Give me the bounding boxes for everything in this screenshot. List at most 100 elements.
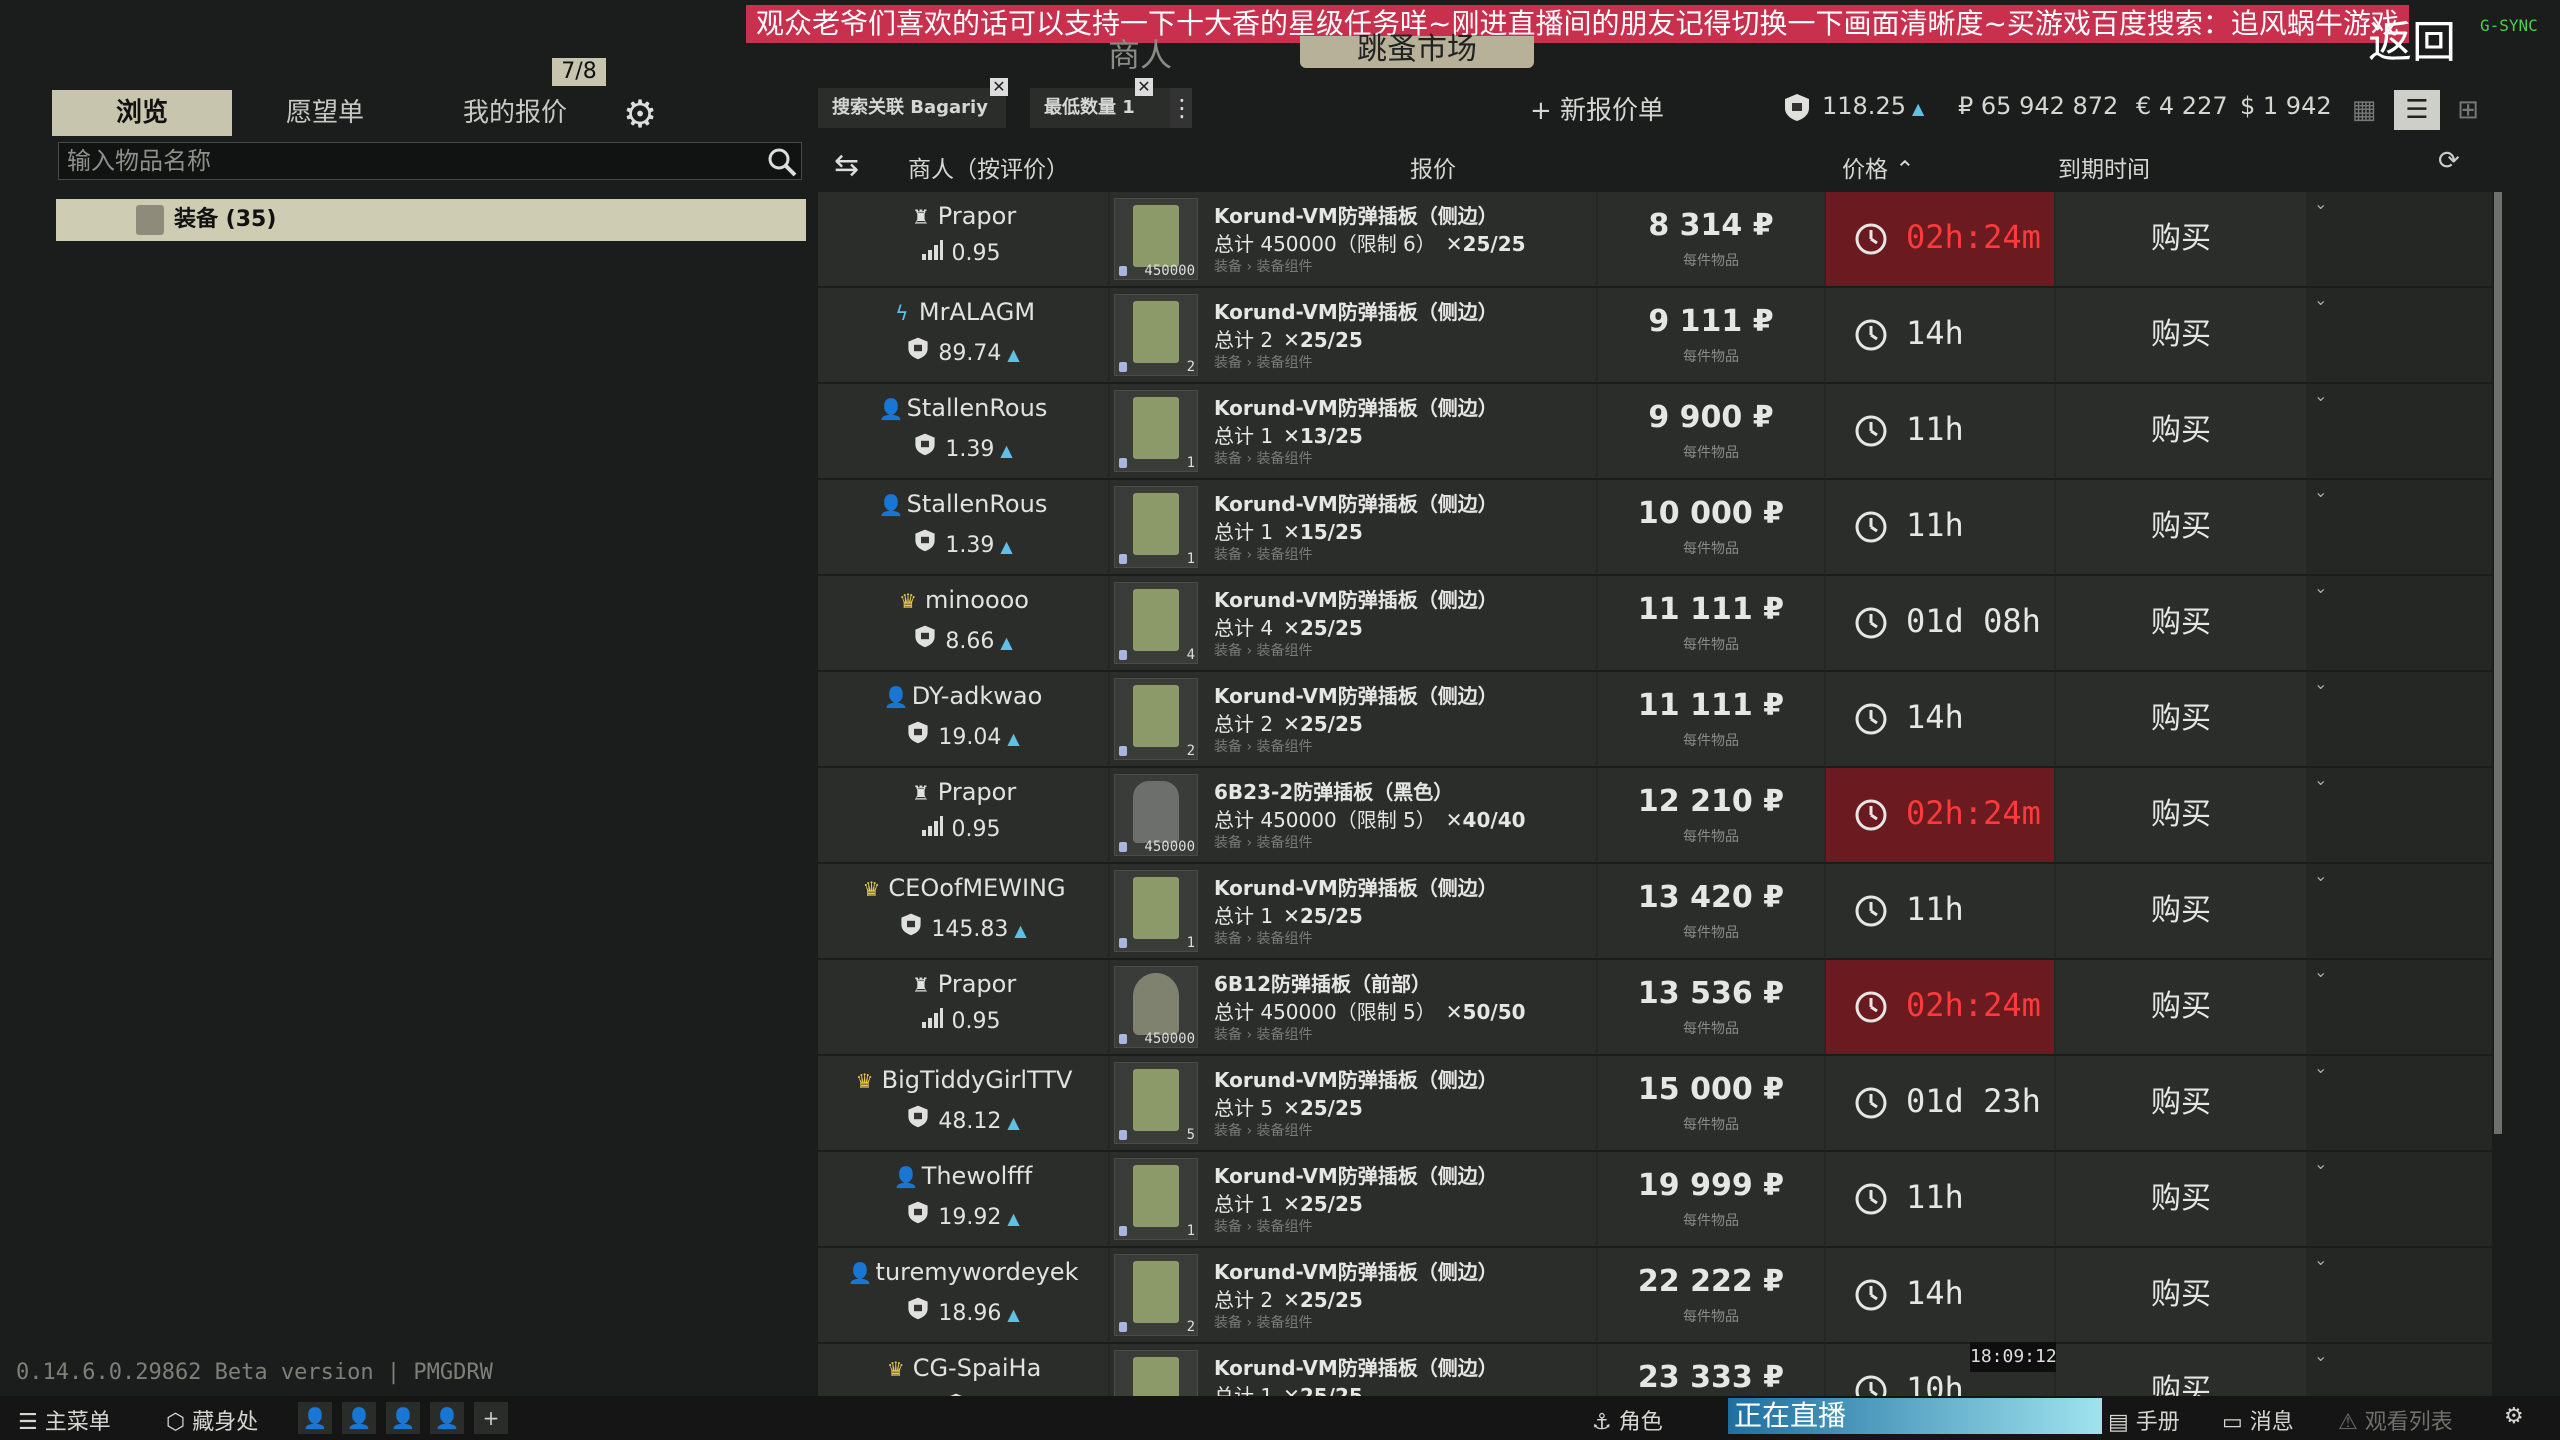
chevron-down-icon[interactable]: ⌄ <box>2314 1346 2327 1365</box>
party-slot-icon[interactable]: 👤 <box>342 1402 376 1434</box>
search-icon[interactable] <box>766 146 798 178</box>
seller-cell[interactable]: ♛ CG-SpaiHa <box>818 1344 1108 1402</box>
buy-button[interactable]: 购买 <box>2056 864 2306 958</box>
chevron-down-icon[interactable]: ⌄ <box>2314 1058 2327 1077</box>
refresh-icon[interactable]: ⟳ <box>2438 146 2460 176</box>
item-thumbnail[interactable]: 1 <box>1114 870 1198 952</box>
more-options-button[interactable]: ⋮ <box>1170 88 1194 128</box>
seller-cell[interactable]: ϟ MrALAGM 89.74 ▲ <box>818 288 1108 382</box>
tab-flea-market[interactable]: 跳蚤市场 <box>1300 35 1534 68</box>
seller-cell[interactable]: ♜ Prapor 0.95 <box>818 192 1108 286</box>
offer-cell[interactable]: 1Korund-VM防弹插板（侧边）总计 1✕25/25装备 › 装备组件 <box>1110 1344 1596 1402</box>
handbook-button[interactable]: ▤ 手册 <box>2108 1404 2180 1436</box>
column-header-price[interactable]: 价格 ⌃ <box>1842 150 1915 184</box>
chevron-down-icon[interactable]: ⌄ <box>2314 1250 2327 1269</box>
buy-button[interactable]: 购买 <box>2056 1152 2306 1246</box>
tab-my-offers[interactable]: 我的报价 <box>440 90 590 136</box>
close-icon[interactable]: ✕ <box>990 78 1008 96</box>
table-row[interactable]: ♛ BigTiddyGirlTTV 48.12 ▲ 5 Korund-VM防弹插板（侧边）… <box>818 1056 2492 1150</box>
item-thumbnail[interactable]: 2 <box>1114 1254 1198 1336</box>
offer-cell[interactable]: 450000 Korund-VM防弹插板（侧边） 总计 450000（限制 6） ✕2… <box>1110 192 1596 286</box>
watchlist-button[interactable]: ⚠ 观看列表 <box>2338 1404 2453 1436</box>
tab-browse[interactable]: 浏览 <box>52 90 232 136</box>
scrollbar[interactable] <box>2494 192 2502 1134</box>
compact-view-icon[interactable]: ▦ <box>2344 90 2384 130</box>
column-header-merchant[interactable]: 商人（按评价） <box>908 150 1069 184</box>
seller-cell[interactable]: 👤 DY-adkwao 19.04 ▲ <box>818 672 1108 766</box>
table-row[interactable]: 👤 Thewolfff 19.92 ▲ 1 Korund-VM防弹插板（侧边） 总计 1 ✕2… <box>818 1152 2492 1246</box>
offer-cell[interactable]: 2 Korund-VM防弹插板（侧边） 总计 2 ✕25/25 装备 › 装备组件 <box>1110 672 1596 766</box>
offer-cell[interactable]: 1 Korund-VM防弹插板（侧边） 总计 1 ✕15/25 装备 › 装备组件 <box>1110 480 1596 574</box>
offer-cell[interactable]: 450000 6B23-2防弹插板（黑色） 总计 450000（限制 5） ✕40/4… <box>1110 768 1596 862</box>
item-thumbnail[interactable]: 450000 <box>1114 774 1198 856</box>
chevron-down-icon[interactable]: ⌄ <box>2314 1154 2327 1173</box>
table-row[interactable]: ♜ Prapor 0.95 450000 6B12防弹插板（前部） 总计 450000（限… <box>818 960 2492 1054</box>
item-thumbnail[interactable]: 2 <box>1114 294 1198 376</box>
chevron-down-icon[interactable]: ⌄ <box>2314 482 2327 501</box>
list-view-icon[interactable]: ☰ <box>2394 90 2440 130</box>
seller-cell[interactable]: ♜ Prapor 0.95 <box>818 768 1108 862</box>
chevron-down-icon[interactable]: ⌄ <box>2314 866 2327 885</box>
offer-cell[interactable]: 1 Korund-VM防弹插板（侧边） 总计 1 ✕13/25 装备 › 装备组件 <box>1110 384 1596 478</box>
offer-cell[interactable]: 1Korund-VM防弹插板（侧边）总计 1✕25/25装备 › 装备组件 <box>1110 864 1596 958</box>
party-slot-icon[interactable]: 👤 <box>298 1402 332 1434</box>
buy-button[interactable]: 购买 <box>2056 480 2306 574</box>
chevron-down-icon[interactable]: ⌄ <box>2314 194 2327 213</box>
buy-button[interactable]: 购买 <box>2056 576 2306 670</box>
table-row[interactable]: 👤 StallenRous 1.39 ▲ 1 Korund-VM防弹插板（侧边） 总计 1 ✕… <box>818 480 2492 574</box>
chevron-down-icon[interactable]: ⌄ <box>2314 674 2327 693</box>
buy-button[interactable]: 购买 <box>2056 1344 2306 1402</box>
item-thumbnail[interactable]: 1 <box>1114 1158 1198 1240</box>
table-row[interactable]: ♛CG-SpaiHa1Korund-VM防弹插板（侧边）总计 1✕25/25装备… <box>818 1344 2492 1402</box>
buy-button[interactable]: 购买 <box>2056 192 2306 286</box>
tab-traders[interactable]: 商人 <box>1108 30 1172 74</box>
table-row[interactable]: 👤 DY-adkwao 19.04 ▲ 2 Korund-VM防弹插板（侧边） 总计 2 ✕2… <box>818 672 2492 766</box>
offer-cell[interactable]: 2 Korund-VM防弹插板（侧边） 总计 2 ✕25/25 装备 › 装备组件 <box>1110 288 1596 382</box>
buy-button[interactable]: 购买 <box>2056 1248 2306 1342</box>
table-row[interactable]: ♜ Prapor 0.95 450000 6B23-2防弹插板（黑色） 总计 450000… <box>818 768 2492 862</box>
buy-button[interactable]: 购买 <box>2056 768 2306 862</box>
back-button[interactable]: 返回 <box>2368 6 2456 70</box>
item-thumbnail[interactable]: 2 <box>1114 678 1198 760</box>
main-menu-button[interactable]: ☰ 主菜单 <box>18 1404 111 1436</box>
party-slot-icon[interactable]: 👤 <box>430 1402 464 1434</box>
party-slot-icon[interactable]: 👤 <box>386 1402 420 1434</box>
filter-chip-linked-search[interactable]: 搜索关联 Bagariy <box>818 88 1006 128</box>
seller-cell[interactable]: ♜ Prapor 0.95 <box>818 960 1108 1054</box>
item-thumbnail[interactable]: 1 <box>1114 486 1198 568</box>
character-button[interactable]: ⚓ 角色 <box>1592 1404 1663 1436</box>
table-row[interactable]: 👤 turemywordeyek 18.96 ▲ 2 Korund-VM防弹插板（侧边） 总… <box>818 1248 2492 1342</box>
seller-cell[interactable]: 👤 Thewolfff 19.92 ▲ <box>818 1152 1108 1246</box>
offer-cell[interactable]: 2 Korund-VM防弹插板（侧边） 总计 2 ✕25/25 装备 › 装备组件 <box>1110 1248 1596 1342</box>
item-thumbnail[interactable]: 450000 <box>1114 966 1198 1048</box>
column-header-offer[interactable]: 报价 <box>1410 150 1456 184</box>
offer-cell[interactable]: 1Korund-VM防弹插板（侧边）总计 1✕25/25装备 › 装备组件 <box>1110 1152 1596 1246</box>
seller-cell[interactable]: ♛ CEOofMEWING 145.83 ▲ <box>818 864 1108 958</box>
buy-button[interactable]: 购买 <box>2056 288 2306 382</box>
chevron-down-icon[interactable]: ⌄ <box>2314 386 2327 405</box>
messages-button[interactable]: ▭ 消息 <box>2222 1404 2294 1436</box>
swap-icon[interactable]: ⇆ <box>834 148 859 183</box>
hideout-button[interactable]: ⬡ 藏身处 <box>166 1404 258 1436</box>
seller-cell[interactable]: 👤 turemywordeyek 18.96 ▲ <box>818 1248 1108 1342</box>
seller-cell[interactable]: 👤 StallenRous 1.39 ▲ <box>818 384 1108 478</box>
gear-icon[interactable]: ⚙ <box>2504 1404 2524 1429</box>
new-offer-button[interactable]: + 新报价单 <box>1530 90 1664 127</box>
table-row[interactable]: ♛ minoooo 8.66 ▲ 4 Korund-VM防弹插板（侧边） 总计 4 ✕25/2… <box>818 576 2492 670</box>
column-header-expiry[interactable]: 到期时间 <box>2058 150 2150 184</box>
gear-icon[interactable]: ⚙ <box>618 92 662 136</box>
chevron-down-icon[interactable]: ⌄ <box>2314 290 2327 309</box>
seller-cell[interactable]: ♛ minoooo 8.66 ▲ <box>818 576 1108 670</box>
item-thumbnail[interactable]: 5 <box>1114 1062 1198 1144</box>
grid-view-icon[interactable]: ⊞ <box>2448 90 2488 130</box>
tab-wishlist[interactable]: 愿望单 <box>240 90 410 136</box>
chevron-down-icon[interactable]: ⌄ <box>2314 770 2327 789</box>
table-row[interactable]: ♛ CEOofMEWING 145.83 ▲ 1 Korund-VM防弹插板（侧边） 总计 … <box>818 864 2492 958</box>
table-row[interactable]: ♜ Prapor 0.95 450000 Korund-VM防弹插板（侧边） 总计 450… <box>818 192 2492 286</box>
table-row[interactable]: ϟ MrALAGM 89.74 ▲ 2 Korund-VM防弹插板（侧边） 总计 2 ✕25/… <box>818 288 2492 382</box>
item-thumbnail[interactable]: 450000 <box>1114 198 1198 280</box>
offer-cell[interactable]: 450000 6B12防弹插板（前部） 总计 450000（限制 5） ✕50/50 装… <box>1110 960 1596 1054</box>
add-party-icon[interactable]: + <box>474 1402 508 1434</box>
buy-button[interactable]: 购买 <box>2056 960 2306 1054</box>
item-thumbnail[interactable]: 4 <box>1114 582 1198 664</box>
